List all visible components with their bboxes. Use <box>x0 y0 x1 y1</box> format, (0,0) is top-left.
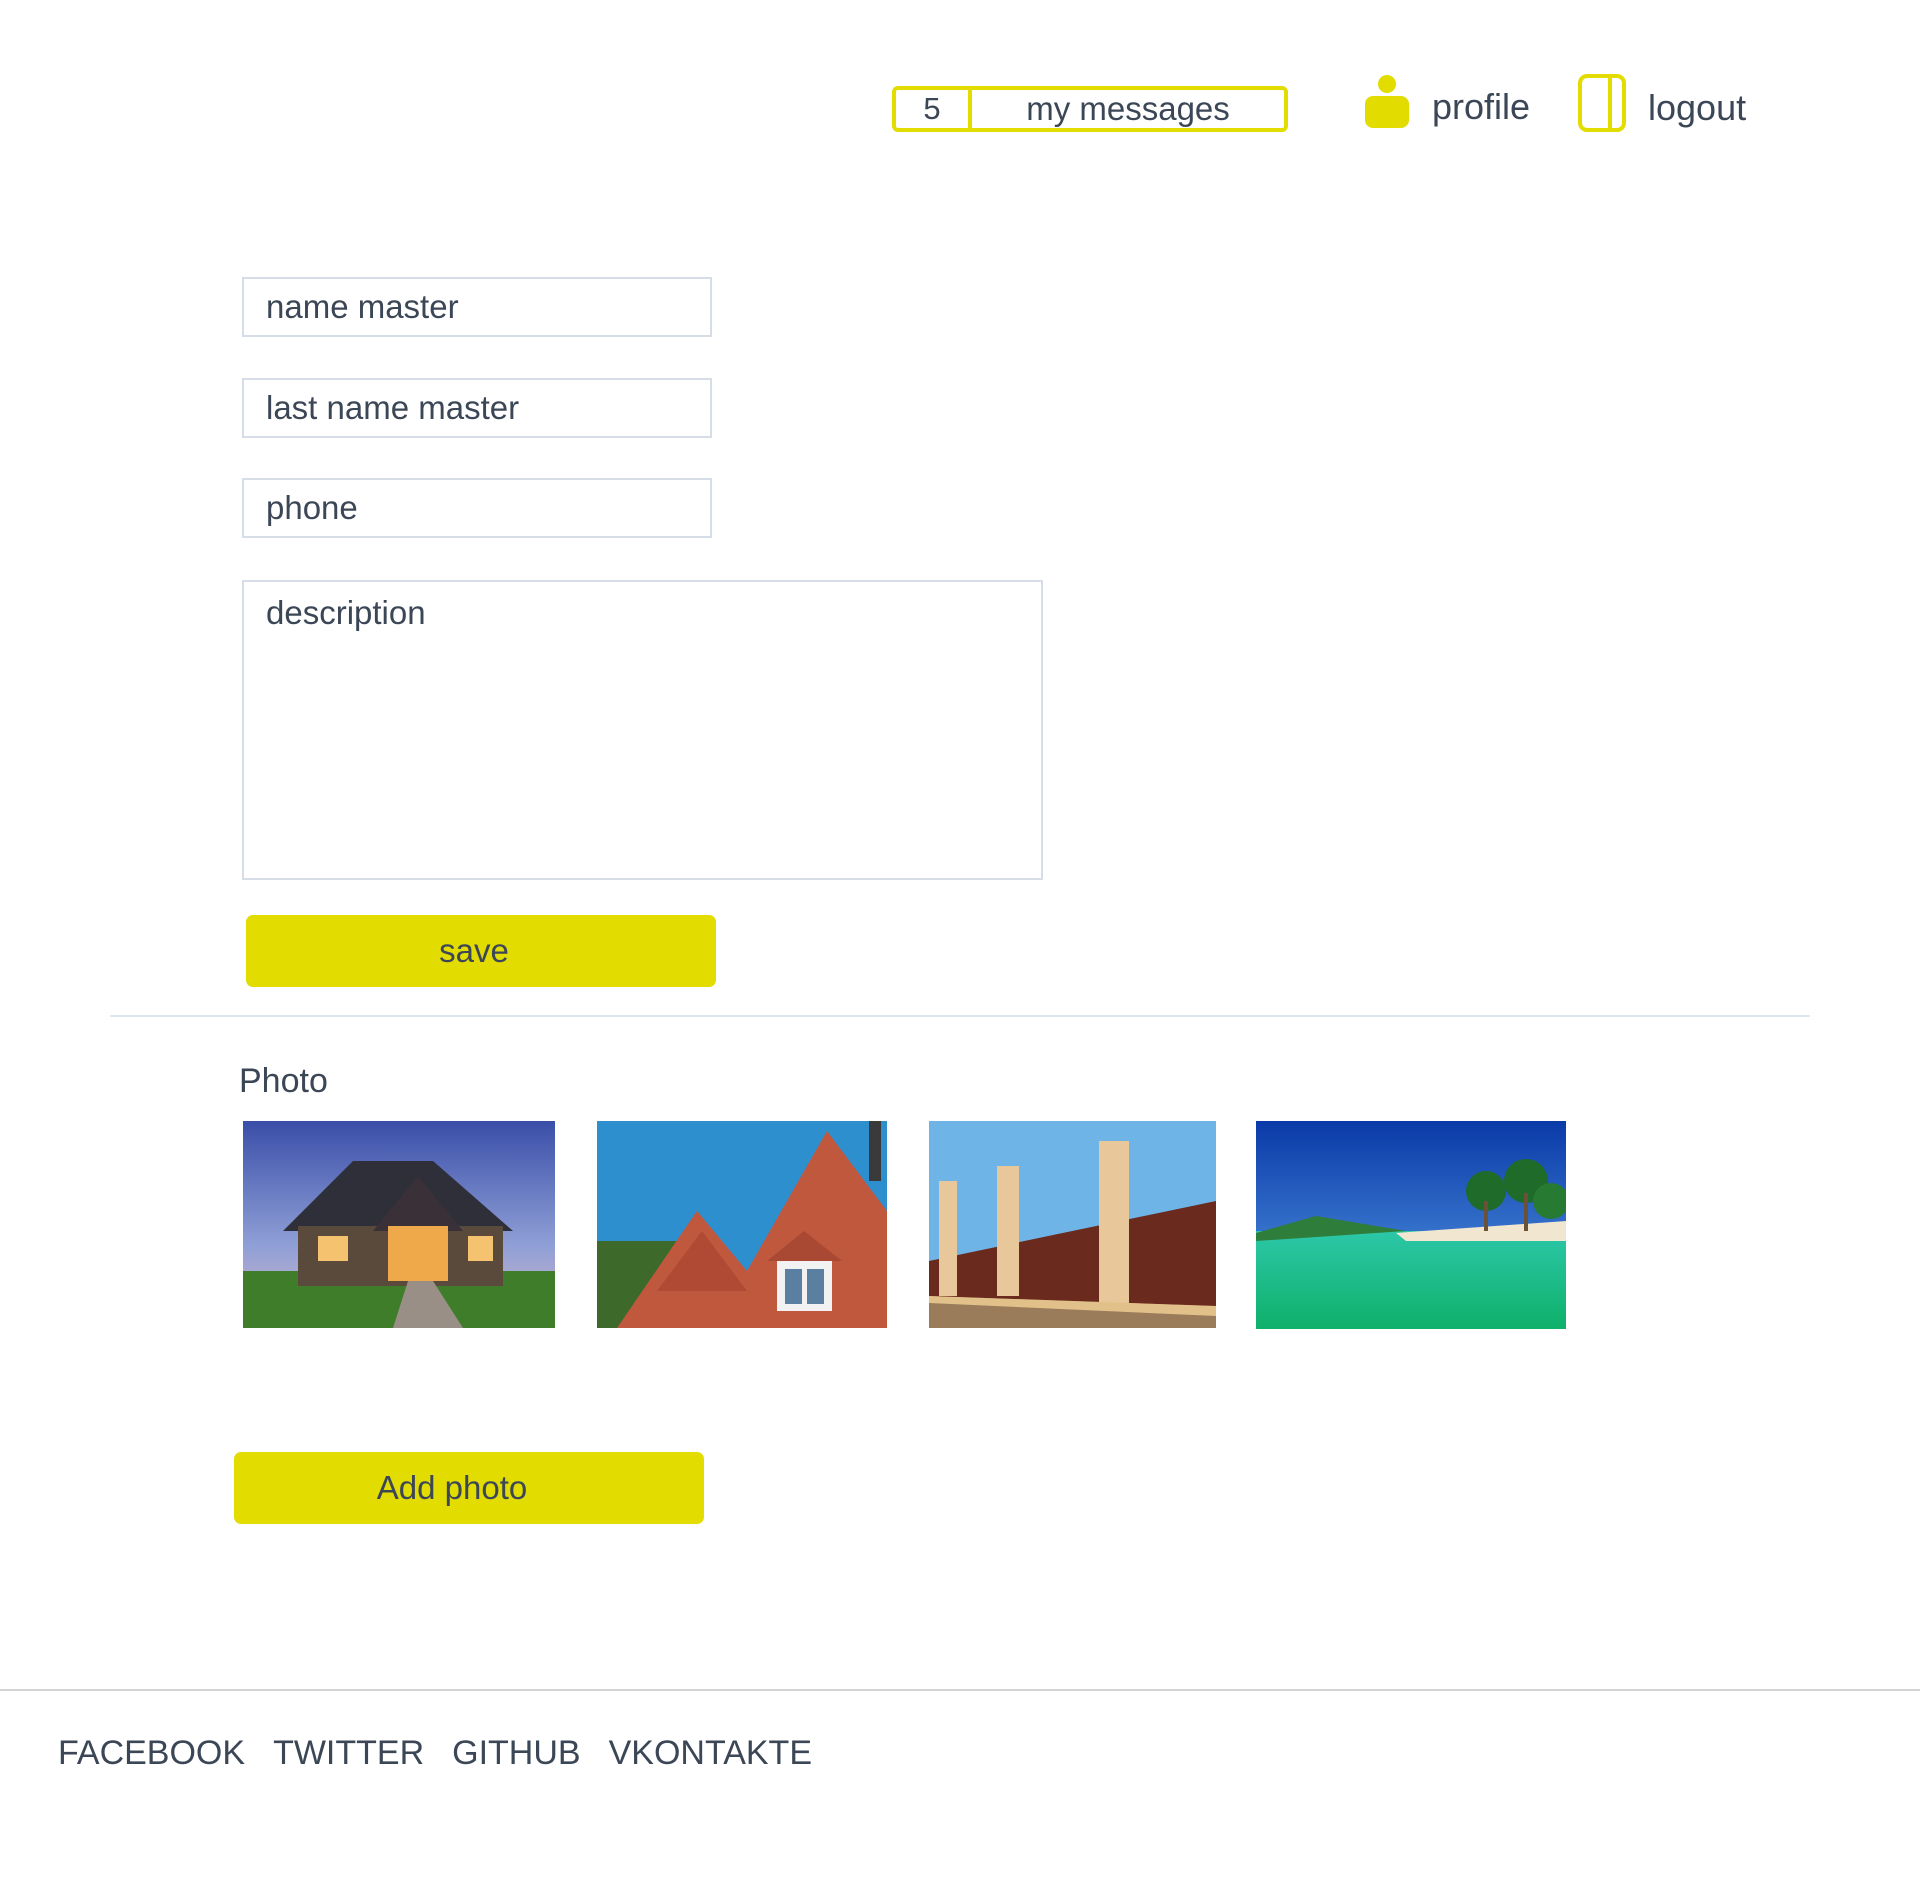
logout-link[interactable]: logout <box>1578 74 1746 141</box>
phone-input[interactable] <box>242 478 712 538</box>
photo-heading: Photo <box>239 1062 328 1100</box>
user-icon <box>1364 74 1410 139</box>
footer-link-vkontakte[interactable]: VKONTAKTE <box>609 1734 812 1773</box>
beach-photo-icon <box>1256 1121 1566 1329</box>
photo-thumbnail-house[interactable] <box>243 1121 555 1328</box>
roof-photo-icon <box>597 1121 887 1328</box>
footer-link-twitter[interactable]: TWITTER <box>273 1734 424 1773</box>
description-textarea[interactable] <box>242 580 1043 880</box>
profile-label: profile <box>1432 85 1531 127</box>
house-photo-icon <box>243 1121 555 1328</box>
fence-photo-icon <box>929 1121 1216 1328</box>
footer-link-github[interactable]: GITHUB <box>452 1734 580 1773</box>
last-name-master-input[interactable] <box>242 378 712 438</box>
photo-thumbnail-beach[interactable] <box>1256 1121 1566 1329</box>
section-divider <box>110 1015 1810 1017</box>
footer-links: FACEBOOK TWITTER GITHUB VKONTAKTE <box>58 1734 812 1773</box>
messages-label: my messages <box>1026 90 1230 127</box>
door-icon <box>1578 74 1626 141</box>
photo-thumbnail-roof[interactable] <box>597 1121 887 1328</box>
profile-link[interactable]: profile <box>1364 74 1530 139</box>
footer-link-facebook[interactable]: FACEBOOK <box>58 1734 245 1773</box>
photo-thumbnail-fence[interactable] <box>929 1121 1216 1328</box>
messages-button[interactable]: 5 my messages <box>892 86 1288 132</box>
add-photo-button[interactable]: Add photo <box>234 1452 704 1524</box>
name-master-input[interactable] <box>242 277 712 337</box>
logout-label: logout <box>1648 86 1747 128</box>
message-count-badge: 5 <box>896 90 972 128</box>
footer-divider <box>0 1689 1920 1691</box>
save-button[interactable]: save <box>246 915 716 987</box>
